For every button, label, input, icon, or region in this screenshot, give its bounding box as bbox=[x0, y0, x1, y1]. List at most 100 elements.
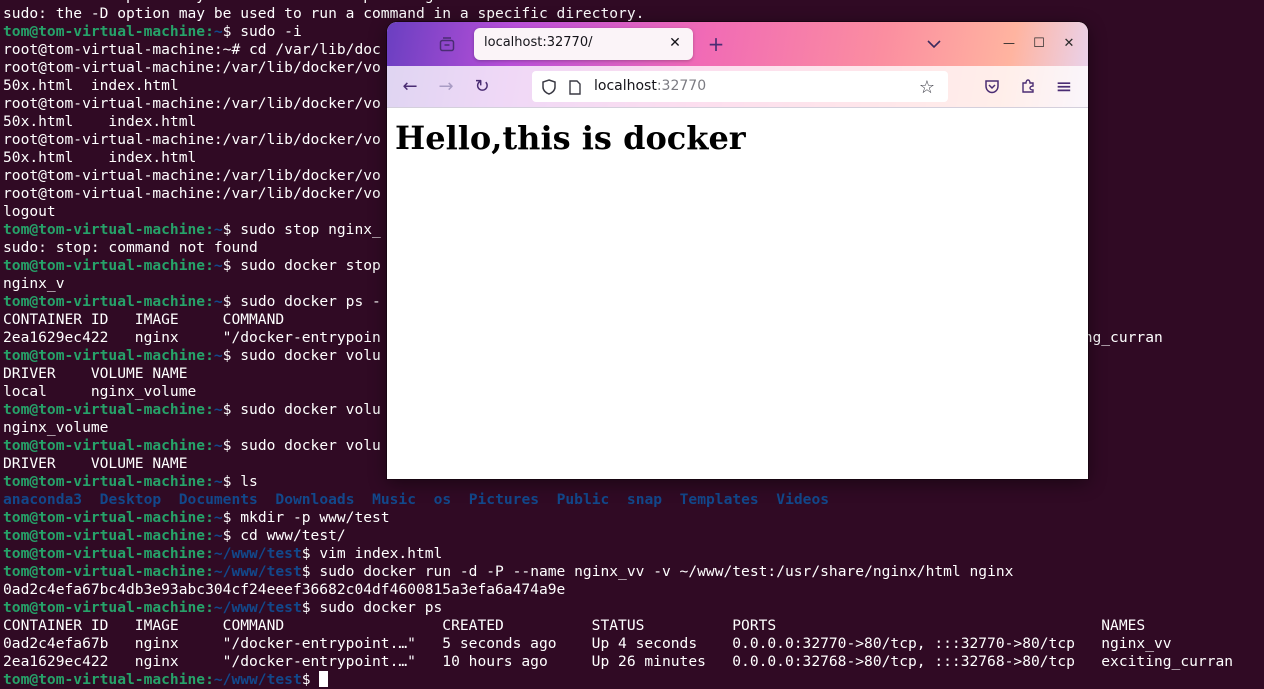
directory-name: Videos bbox=[776, 491, 830, 508]
prompt-path: ~/www/test bbox=[213, 599, 302, 616]
terminal-text: logout bbox=[3, 203, 56, 220]
tab-active[interactable]: localhost:32770/ ✕ bbox=[474, 28, 693, 60]
terminal-text: sudo: stop: command not found bbox=[3, 239, 258, 256]
terminal-text: DRIVER VOLUME NAME bbox=[3, 455, 188, 472]
terminal-line: sudo: the -D option may be used to run a… bbox=[3, 5, 1264, 23]
terminal-text: root@tom-virtual-machine:/var/lib/docker… bbox=[3, 167, 381, 184]
back-arrow-icon[interactable]: ← bbox=[399, 75, 421, 97]
terminal-line: 0ad2c4efa67bc4db3e93abc304cf24eeef36682c… bbox=[3, 581, 1264, 599]
new-tab-button[interactable]: + bbox=[704, 32, 728, 56]
terminal-text: $ sudo docker volu bbox=[222, 437, 381, 454]
directory-name: Documents bbox=[178, 491, 258, 508]
url-host: localhost bbox=[594, 78, 657, 94]
tab-overview-icon[interactable] bbox=[437, 34, 457, 54]
prompt-path: ~ bbox=[213, 437, 223, 454]
terminal-line: 0ad2c4efa67b nginx "/docker-entrypoint.…… bbox=[3, 635, 1264, 653]
directory-name: Music bbox=[372, 491, 416, 508]
terminal-text: 50x.html index.html bbox=[3, 149, 197, 166]
prompt-path: ~ bbox=[213, 347, 223, 364]
url-port: :32770 bbox=[656, 78, 707, 94]
maximize-button[interactable]: ☐ bbox=[1029, 33, 1049, 53]
shield-icon[interactable] bbox=[540, 78, 558, 96]
terminal-text: local nginx_volume bbox=[3, 383, 197, 400]
terminal-text: root@tom-virtual-machine:/var/lib/docker… bbox=[3, 131, 381, 148]
prompt-user: tom@tom-virtual-machine: bbox=[3, 545, 214, 562]
terminal-line: tom@tom-virtual-machine:~/www/test$ vim … bbox=[3, 545, 1264, 563]
terminal-text: $ cd www/test/ bbox=[222, 527, 346, 544]
prompt-user: tom@tom-virtual-machine: bbox=[3, 473, 214, 490]
prompt-path: ~ bbox=[213, 509, 223, 526]
page-info-icon[interactable] bbox=[566, 78, 584, 96]
prompt-user: tom@tom-virtual-machine: bbox=[3, 509, 214, 526]
tab-close-icon[interactable]: ✕ bbox=[665, 33, 685, 53]
prompt-user: tom@tom-virtual-machine: bbox=[3, 347, 214, 364]
terminal-line: 2ea1629ec422 nginx "/docker-entrypoint.…… bbox=[3, 653, 1264, 671]
terminal-text: $ sudo stop nginx_ bbox=[222, 221, 381, 238]
terminal-text: $ ls bbox=[222, 473, 258, 490]
minimize-button[interactable]: — bbox=[999, 33, 1019, 53]
terminal-text: $ sudo docker run -d -P --name nginx_vv … bbox=[301, 563, 1014, 580]
close-window-button[interactable]: ✕ bbox=[1059, 33, 1079, 53]
terminal-text: $ vim index.html bbox=[301, 545, 443, 562]
directory-name: snap bbox=[626, 491, 663, 508]
terminal-text: $ sudo docker volu bbox=[222, 401, 381, 418]
bookmark-star-icon[interactable]: ☆ bbox=[916, 76, 938, 98]
terminal-text: nginx_v bbox=[3, 275, 65, 292]
prompt-user: tom@tom-virtual-machine: bbox=[3, 563, 214, 580]
extensions-puzzle-icon[interactable] bbox=[1018, 76, 1038, 96]
url-text: localhost:32770 bbox=[594, 78, 706, 94]
tab-title: localhost:32770/ bbox=[484, 35, 593, 50]
terminal-text: root@tom-virtual-machine:/var/lib/docker… bbox=[3, 185, 381, 202]
prompt-user: tom@tom-virtual-machine: bbox=[3, 599, 214, 616]
reload-icon[interactable]: ↻ bbox=[471, 75, 493, 97]
terminal-text: 0ad2c4efa67b nginx "/docker-entrypoint.…… bbox=[3, 635, 1172, 652]
prompt-path: ~/www/test bbox=[213, 563, 302, 580]
prompt-path: ~ bbox=[213, 401, 223, 418]
prompt-user: tom@tom-virtual-machine: bbox=[3, 401, 214, 418]
prompt-user: tom@tom-virtual-machine: bbox=[3, 527, 214, 544]
terminal-cursor bbox=[319, 671, 329, 687]
prompt-user: tom@tom-virtual-machine: bbox=[3, 221, 214, 238]
directory-name: Public bbox=[556, 491, 610, 508]
chevron-down-icon[interactable] bbox=[924, 34, 944, 54]
terminal-text: root@tom-virtual-machine:/var/lib/docker… bbox=[3, 59, 381, 76]
menu-icon[interactable]: ≡ bbox=[1053, 74, 1075, 98]
terminal-text: $ sudo docker volu bbox=[222, 347, 381, 364]
page-heading: Hello,this is docker bbox=[395, 119, 746, 157]
address-bar[interactable]: localhost:32770 ☆ bbox=[532, 71, 948, 102]
prompt-user: tom@tom-virtual-machine: bbox=[3, 293, 214, 310]
terminal-text: $ sudo docker ps bbox=[301, 599, 443, 616]
terminal-line: tom@tom-virtual-machine:~$ mkdir -p www/… bbox=[3, 509, 1264, 527]
forward-arrow-icon[interactable]: → bbox=[435, 75, 457, 97]
prompt-path: ~/www/test bbox=[213, 671, 302, 688]
terminal-text: sudo: the -D option may be used to run a… bbox=[3, 5, 645, 22]
terminal-text: 2ea1629ec422 nginx "/docker-entrypoint.…… bbox=[3, 653, 1234, 670]
terminal-text: $ mkdir -p www/test bbox=[222, 509, 390, 526]
directory-name: os bbox=[433, 491, 452, 508]
terminal-text: $ sudo -i bbox=[222, 23, 302, 40]
prompt-path: ~ bbox=[213, 23, 223, 40]
terminal-line: tom@tom-virtual-machine:~/www/test$ sudo… bbox=[3, 563, 1264, 581]
terminal-line: tom@tom-virtual-machine:~$ cd www/test/ bbox=[3, 527, 1264, 545]
pocket-icon[interactable] bbox=[982, 76, 1002, 96]
directory-name: Templates bbox=[679, 491, 759, 508]
terminal-line: anaconda3 Desktop Documents Downloads Mu… bbox=[3, 491, 1264, 509]
directory-name: anaconda3 bbox=[3, 491, 83, 508]
terminal-text: $ sudo docker stop bbox=[222, 257, 381, 274]
terminal-text: CONTAINER ID IMAGE COMMAND CREATED STATU… bbox=[3, 617, 1146, 634]
terminal-line: tom@tom-virtual-machine:~/www/test$ sudo… bbox=[3, 599, 1264, 617]
terminal-text: DRIVER VOLUME NAME bbox=[3, 365, 188, 382]
terminal-text: $ bbox=[301, 671, 320, 688]
terminal-text: root@tom-virtual-machine:/var/lib/docker… bbox=[3, 95, 381, 112]
terminal-text: 50x.html index.html bbox=[3, 113, 197, 130]
browser-chrome: localhost:32770/ ✕ + — ☐ ✕ ← → ↻ localho… bbox=[387, 22, 1088, 107]
terminal-line: CONTAINER ID IMAGE COMMAND CREATED STATU… bbox=[3, 617, 1264, 635]
terminal-text: $ sudo docker ps - bbox=[222, 293, 381, 310]
